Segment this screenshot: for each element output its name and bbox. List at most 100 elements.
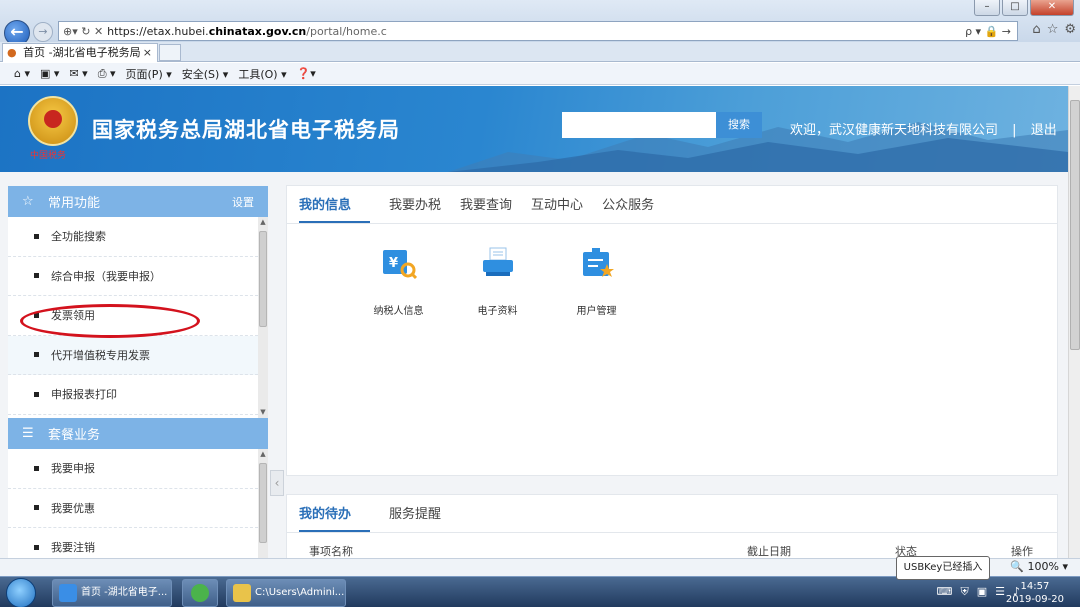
tools-menu[interactable]: 工具(O) ▾ xyxy=(238,66,286,82)
scroll-down-icon[interactable]: ▼ xyxy=(258,407,268,417)
home-menu-icon[interactable]: ⌂ ▾ xyxy=(14,67,30,80)
scroll-up-icon[interactable]: ▲ xyxy=(258,449,268,459)
usb-icon[interactable]: ▣ xyxy=(977,585,987,599)
forward-arrow-icon: → xyxy=(38,25,48,38)
command-bar: ⌂ ▾ ▣ ▾ ✉ ▾ ⎙ ▾ 页面(P) ▾ 安全(S) ▾ 工具(O) ▾ … xyxy=(0,63,1080,85)
sidebar-item-full-search[interactable]: 全功能搜索 xyxy=(8,217,258,257)
emblem-caption: 中国税务 xyxy=(30,151,67,161)
zoom-level[interactable]: 🔍 100% ▾ xyxy=(1010,560,1068,573)
sidebar-item-preferential[interactable]: 我要优惠 xyxy=(8,488,258,528)
tab-close-icon[interactable]: × xyxy=(143,44,152,62)
page-menu[interactable]: 页面(P) ▾ xyxy=(126,66,172,82)
clock-time: 14:57 xyxy=(1020,581,1050,592)
close-window-button[interactable]: ✕ xyxy=(1030,0,1074,16)
sidebar-collapse-button[interactable]: ‹ xyxy=(270,470,284,496)
bullet-icon xyxy=(34,273,39,279)
ie-icon xyxy=(59,584,77,602)
sidebar-item-label: 全功能搜索 xyxy=(51,230,106,244)
windows-taskbar: 首页 -湖北省电子... C:\Users\Admini... ⌨ ⛨ ▣ ☰ … xyxy=(0,576,1080,607)
electronic-docs-icon xyxy=(480,246,516,280)
taskbar-explorer-window[interactable]: C:\Users\Admini... xyxy=(226,579,346,607)
maximize-button[interactable]: □ xyxy=(1002,0,1028,16)
print-icon[interactable]: ⎙ ▾ xyxy=(98,67,116,81)
sidebar-item-vat-invoice[interactable]: 代开增值税专用发票 xyxy=(8,335,258,375)
taskbar-ie-window[interactable]: 首页 -湖北省电子... xyxy=(52,579,172,607)
start-button[interactable] xyxy=(6,578,36,607)
scroll-thumb[interactable] xyxy=(259,231,267,327)
tab-service-reminder[interactable]: 服务提醒 xyxy=(389,503,460,532)
search-input[interactable] xyxy=(562,112,716,138)
bullet-icon xyxy=(34,233,39,239)
forward-button[interactable]: → xyxy=(33,22,53,42)
todo-panel: 我的待办 服务提醒 事项名称 截止日期 状态 操作 xyxy=(286,494,1058,560)
scroll-thumb[interactable] xyxy=(259,463,267,543)
tab-public-service[interactable]: 公众服务 xyxy=(602,194,673,223)
todo-tabs: 我的待办 服务提醒 xyxy=(287,495,1057,533)
sidebar-item-deregister[interactable]: 我要注销 xyxy=(8,528,258,561)
help-icon[interactable]: ❓▾ xyxy=(297,67,316,80)
sidebar-scrollbar[interactable]: ▲ ▼ xyxy=(258,217,268,418)
url-scheme: https:// xyxy=(107,24,147,38)
tile-electronic-docs[interactable]: 电子资料 xyxy=(448,246,547,317)
tab-interaction[interactable]: 互动中心 xyxy=(531,194,602,223)
compat-view-icon[interactable]: ⊕▾ ↻ ✕ xyxy=(63,25,103,38)
network-icon[interactable]: ☰ xyxy=(995,585,1005,599)
globe-icon xyxy=(191,584,209,602)
address-actions[interactable]: ρ ▾ 🔒 → xyxy=(965,25,1011,38)
url-domain: chinatax.gov.cn xyxy=(208,24,307,38)
usbkey-tooltip: USBKey已经插入 xyxy=(896,556,990,580)
taskbar-explorer-label: C:\Users\Admini... xyxy=(255,587,345,598)
sidebar-item-label: 我要优惠 xyxy=(51,501,95,515)
page-scrollbar[interactable] xyxy=(1068,86,1080,558)
tile-user-management[interactable]: 用户管理 xyxy=(547,246,646,317)
sidebar-section-common[interactable]: ☆ 常用功能 设置 xyxy=(8,186,268,217)
sidebar-section-packages[interactable]: ☰ 套餐业务 xyxy=(8,418,268,449)
tile-label: 用户管理 xyxy=(576,306,617,317)
folder-icon xyxy=(233,584,251,602)
window-controls: – □ ✕ xyxy=(974,0,1074,18)
tab-my-info[interactable]: 我的信息 xyxy=(299,194,371,223)
minimize-button[interactable]: – xyxy=(974,0,1000,16)
site-favicon-icon: ● xyxy=(7,46,17,59)
keyboard-icon[interactable]: ⌨ xyxy=(937,585,953,599)
page-scroll-thumb[interactable] xyxy=(1070,100,1080,350)
sidebar-item-comprehensive-filing[interactable]: 综合申报（我要申报） xyxy=(8,256,258,296)
site-header: 中国税务 国家税务总局湖北省电子税务局 搜索 欢迎，武汉健康新天地科技有限公司 … xyxy=(0,86,1068,172)
mail-icon[interactable]: ✉ ▾ xyxy=(69,67,87,80)
bullet-icon xyxy=(34,352,39,358)
welcome-separator: | xyxy=(1012,123,1017,138)
new-tab-button[interactable] xyxy=(159,44,181,61)
sidebar-section-title: 套餐业务 xyxy=(48,428,101,443)
scroll-up-icon[interactable]: ▲ xyxy=(258,217,268,227)
home-icon[interactable]: ⌂ xyxy=(1032,22,1040,37)
site-title: 国家税务总局湖北省电子税务局 xyxy=(92,118,400,142)
feeds-icon[interactable]: ▣ ▾ xyxy=(40,67,59,80)
taskbar-clock[interactable]: 14:57 2019-09-20 xyxy=(1006,580,1064,606)
sidebar-item-report-print[interactable]: 申报报表打印 xyxy=(8,375,258,415)
my-info-panel: 我的信息 我要办税 我要查询 互动中心 公众服务 ¥ 纳税人信息 电子资料 用户… xyxy=(286,185,1058,476)
tab-my-todo[interactable]: 我的待办 xyxy=(299,503,371,532)
browser-tab[interactable]: ● 首页 -湖北省电子税务局 × xyxy=(2,43,158,62)
tax-emblem-logo xyxy=(28,96,78,146)
address-bar[interactable]: ⊕▾ ↻ ✕ https:// etax.hubei. chinatax.gov… xyxy=(58,21,1018,41)
sidebar-item-filing[interactable]: 我要申报 xyxy=(8,449,258,489)
safety-menu[interactable]: 安全(S) ▾ xyxy=(182,66,229,82)
sidebar-scrollbar-2[interactable]: ▲ xyxy=(258,449,268,561)
shield-icon[interactable]: ⛨ xyxy=(960,585,968,599)
sidebar-settings-link[interactable]: 设置 xyxy=(232,194,254,210)
tab-query[interactable]: 我要查询 xyxy=(460,194,531,223)
welcome-text: 欢迎，武汉健康新天地科技有限公司 xyxy=(790,123,999,138)
taskbar-ie-label: 首页 -湖北省电子... xyxy=(81,587,168,598)
browser-tab-title: 首页 -湖北省电子税务局 xyxy=(23,46,141,59)
logout-link[interactable]: 退出 xyxy=(1031,123,1057,138)
favorites-star-icon[interactable]: ☆ xyxy=(1047,22,1059,37)
layers-icon: ☰ xyxy=(22,426,34,441)
taskbar-browser-pin[interactable] xyxy=(182,579,218,607)
gear-icon[interactable]: ⚙ xyxy=(1064,22,1076,37)
page-body: ☆ 常用功能 设置 全功能搜索 综合申报（我要申报） 发票领用 代开增值税专用发… xyxy=(0,172,1068,561)
taxpayer-info-icon: ¥ xyxy=(381,246,417,280)
search-button[interactable]: 搜索 xyxy=(716,112,762,138)
tab-tax-handling[interactable]: 我要办税 xyxy=(389,194,460,223)
back-arrow-icon: ← xyxy=(10,22,24,41)
tile-taxpayer-info[interactable]: ¥ 纳税人信息 xyxy=(349,246,448,317)
